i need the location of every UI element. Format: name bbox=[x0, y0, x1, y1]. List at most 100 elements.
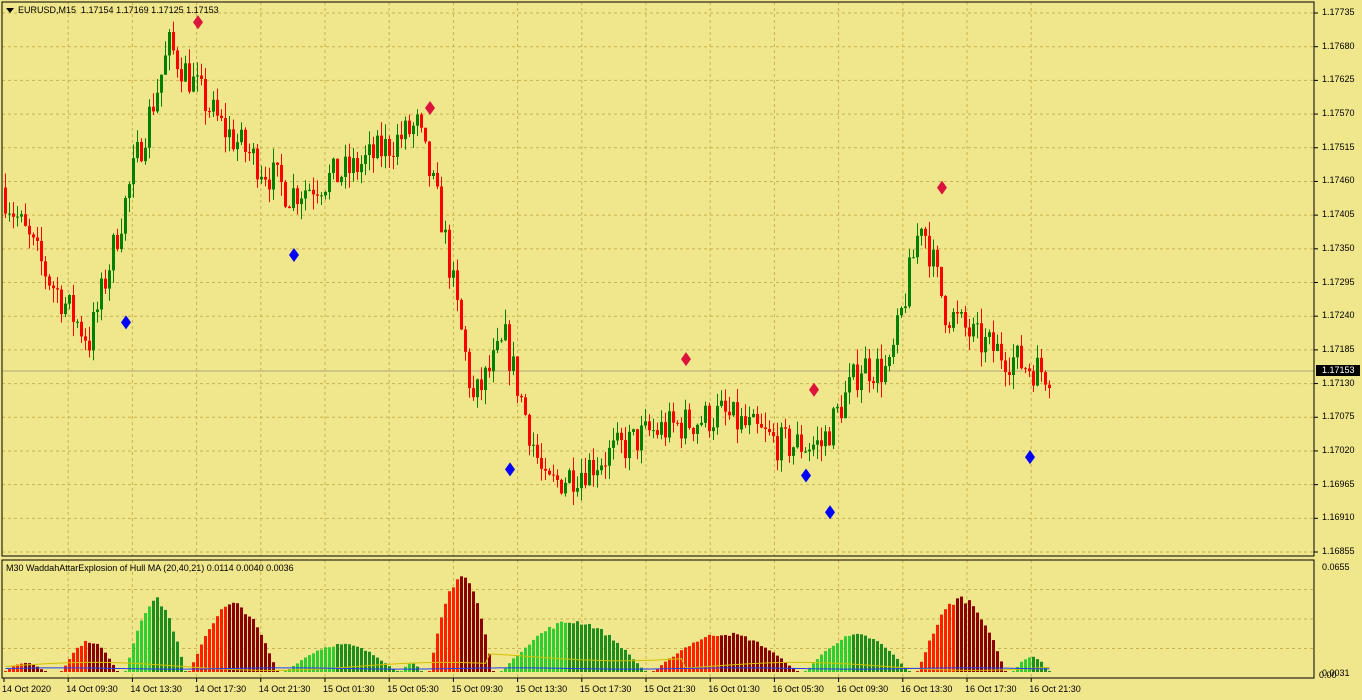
chart-header: EURUSD,M15 1.17154 1.17169 1.17125 1.171… bbox=[6, 5, 219, 15]
wae-histogram-bar bbox=[840, 639, 843, 672]
wae-histogram-bar bbox=[796, 671, 799, 672]
bear-candle bbox=[524, 397, 527, 415]
wae-histogram-bar bbox=[452, 587, 455, 672]
bull-candle bbox=[324, 192, 327, 196]
indicator-axis-top: 0.0655 bbox=[1322, 562, 1350, 572]
bear-candle bbox=[32, 234, 35, 238]
bear-candle bbox=[1008, 372, 1011, 375]
bear-candle bbox=[216, 99, 219, 116]
bull-candle bbox=[988, 332, 991, 337]
bear-candle bbox=[12, 213, 15, 217]
bull-candle bbox=[500, 340, 503, 342]
bear-candle bbox=[584, 472, 587, 486]
bear-candle bbox=[592, 459, 595, 476]
bear-candle bbox=[268, 179, 271, 190]
wae-histogram-bar bbox=[972, 606, 975, 672]
wae-histogram-bar bbox=[664, 661, 667, 672]
bear-candle bbox=[172, 31, 175, 51]
bull-candle bbox=[328, 172, 331, 193]
wae-histogram-bar bbox=[540, 633, 543, 672]
wae-histogram-bar bbox=[260, 634, 263, 672]
time-tick-label: 16 Oct 13:30 bbox=[900, 684, 953, 694]
wae-histogram-bar bbox=[668, 658, 671, 672]
bull-candle bbox=[252, 148, 255, 154]
bear-candle bbox=[692, 427, 695, 435]
bull-candle bbox=[716, 405, 719, 428]
wae-histogram-bar bbox=[720, 635, 723, 672]
bull-candle bbox=[512, 356, 515, 371]
wae-histogram-bar bbox=[436, 633, 439, 672]
indicator-axis-bottom-b: 0.00 bbox=[1319, 670, 1337, 680]
bear-candle bbox=[312, 189, 315, 195]
wae-histogram-bar bbox=[548, 626, 551, 672]
bear-candle bbox=[544, 468, 547, 471]
time-tick-label: 15 Oct 09:30 bbox=[451, 684, 503, 694]
bull-candle bbox=[64, 303, 67, 315]
bear-candle bbox=[288, 206, 291, 209]
bear-candle bbox=[764, 427, 767, 430]
bull-candle bbox=[364, 155, 367, 165]
wae-histogram-bar bbox=[936, 624, 939, 672]
bear-candle bbox=[280, 164, 283, 183]
bull-candle bbox=[712, 427, 715, 432]
wae-histogram-bar bbox=[476, 603, 479, 672]
chart-canvas[interactable] bbox=[0, 0, 1362, 700]
wae-histogram-bar bbox=[804, 671, 807, 672]
wae-histogram-bar bbox=[256, 627, 259, 672]
bull-candle bbox=[836, 406, 839, 409]
bear-candle bbox=[992, 332, 995, 351]
wae-histogram-bar bbox=[188, 671, 191, 672]
bull-candle bbox=[976, 323, 979, 325]
bear-candle bbox=[520, 395, 523, 398]
bull-candle bbox=[740, 416, 743, 430]
wae-histogram-bar bbox=[512, 658, 515, 672]
bull-candle bbox=[848, 377, 851, 393]
bull-candle bbox=[796, 434, 799, 448]
bull-candle bbox=[128, 184, 131, 199]
bull-candle bbox=[292, 188, 295, 209]
bear-candle bbox=[636, 429, 639, 451]
wae-histogram-bar bbox=[896, 658, 899, 672]
bull-candle bbox=[660, 422, 663, 435]
bear-candle bbox=[980, 323, 983, 353]
price-tick-label: 1.17240 bbox=[1322, 310, 1355, 321]
current-price-tag: 1.17153 bbox=[1316, 365, 1360, 376]
bull-candle bbox=[160, 74, 163, 93]
bull-candle bbox=[932, 249, 935, 267]
bear-candle bbox=[724, 400, 727, 412]
wae-histogram-bar bbox=[208, 629, 211, 672]
chart-menu-triangle-icon[interactable] bbox=[6, 8, 14, 14]
bull-candle bbox=[412, 125, 415, 135]
metatrader-chart-window[interactable]: EURUSD,M15 1.17154 1.17169 1.17125 1.171… bbox=[0, 0, 1362, 700]
bear-candle bbox=[152, 106, 155, 112]
wae-histogram-bar bbox=[224, 606, 227, 672]
wae-histogram-bar bbox=[468, 583, 471, 672]
bear-candle bbox=[760, 423, 763, 428]
wae-histogram-bar bbox=[576, 621, 579, 672]
wae-histogram-bar bbox=[40, 669, 43, 672]
bull-candle bbox=[972, 323, 975, 337]
time-tick-label: 15 Oct 01:30 bbox=[323, 684, 375, 694]
wae-histogram-bar bbox=[832, 645, 835, 672]
bull-candle bbox=[996, 343, 999, 351]
bull-candle bbox=[704, 405, 707, 423]
bear-candle bbox=[208, 111, 211, 113]
bear-candle bbox=[204, 78, 207, 112]
bull-candle bbox=[132, 158, 135, 185]
wae-histogram-bar bbox=[556, 623, 559, 672]
wae-histogram-bar bbox=[216, 616, 219, 672]
bull-candle bbox=[748, 417, 751, 426]
time-tick-label: 14 Oct 2020 bbox=[2, 684, 52, 694]
wae-histogram-bar bbox=[868, 638, 871, 672]
wae-histogram-bar bbox=[1024, 659, 1027, 672]
wae-histogram-bar bbox=[880, 643, 883, 672]
wae-histogram-bar bbox=[640, 667, 643, 672]
wae-histogram-bar bbox=[64, 665, 67, 672]
bear-candle bbox=[772, 432, 775, 436]
wae-histogram-bar bbox=[828, 648, 831, 672]
wae-histogram-bar bbox=[544, 631, 547, 672]
wae-histogram-bar bbox=[604, 635, 607, 672]
wae-histogram-bar bbox=[1048, 671, 1051, 672]
wae-histogram-bar bbox=[952, 604, 955, 672]
wae-histogram-bar bbox=[380, 660, 383, 672]
